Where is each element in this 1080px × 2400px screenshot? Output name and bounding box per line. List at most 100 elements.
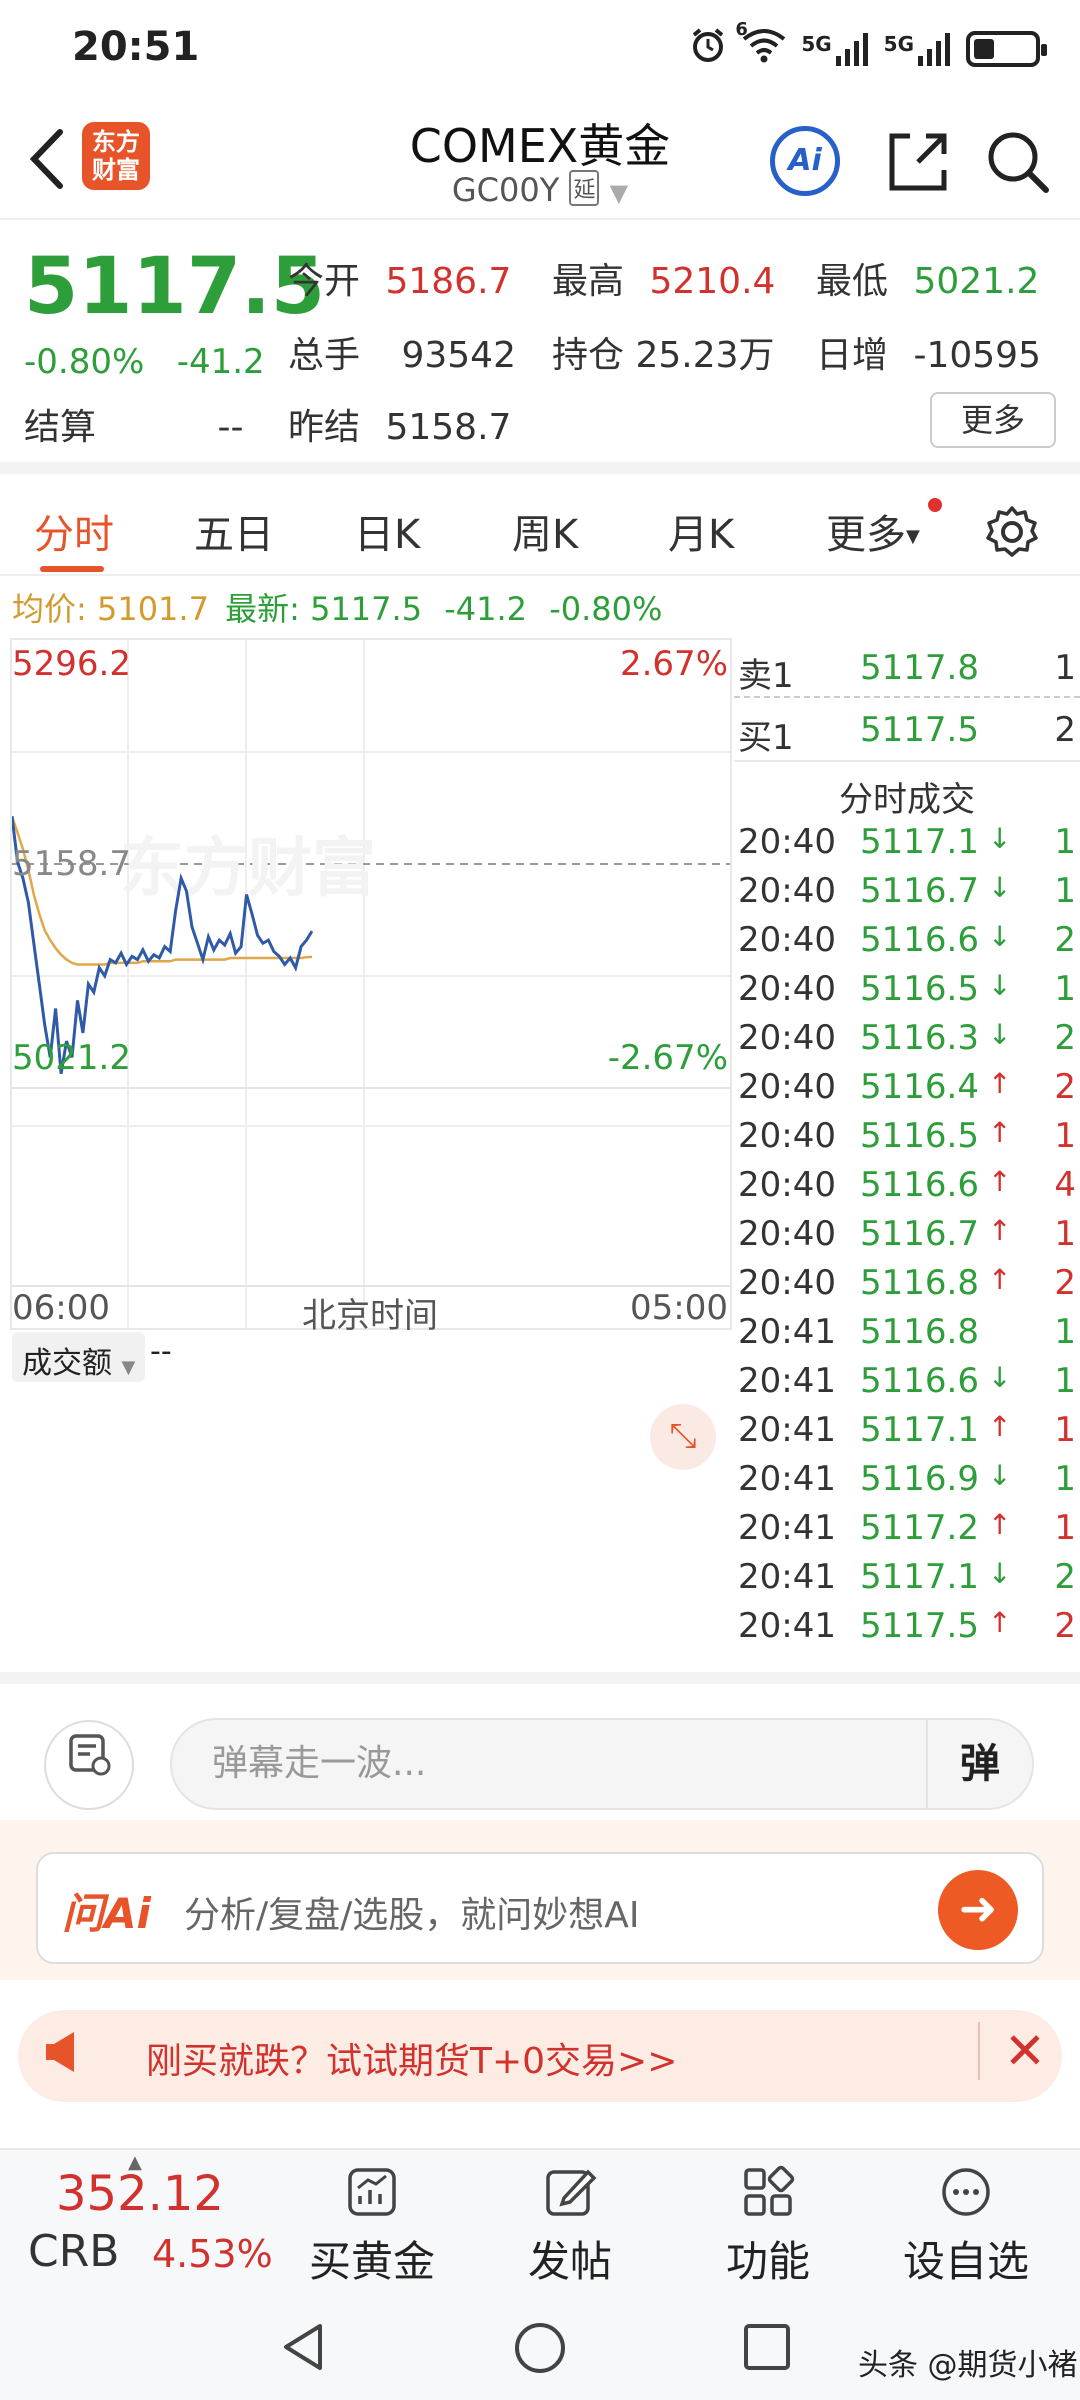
system-home-button[interactable]: [512, 2320, 568, 2380]
trade-time: 20:41: [738, 1508, 836, 1548]
system-back-button[interactable]: [278, 2320, 328, 2378]
nav-add-favorite[interactable]: 设自选: [886, 2164, 1046, 2289]
trade-row: 20:41 5117.5 ↑ 2: [734, 1606, 1080, 1656]
comment-settings-button[interactable]: [44, 1720, 134, 1810]
y-mid-label: 5158.7: [12, 844, 131, 884]
trade-row: 20:40 5116.6 ↑ 4: [734, 1165, 1080, 1215]
settings-button[interactable]: [984, 504, 1040, 564]
trade-qty: 1: [1054, 1312, 1076, 1352]
trade-row: 20:40 5116.6 ↓ 2: [734, 920, 1080, 970]
bid-side: 买1: [738, 718, 794, 758]
nav-buy-gold[interactable]: 买黄金: [292, 2164, 452, 2289]
ai-prompt-box[interactable]: 问Ai 分析/复盘/选股，就问妙想AI ➜: [36, 1852, 1044, 1964]
contract-code-text: GC00Y: [451, 171, 560, 209]
trade-direction-icon: ↑: [988, 1214, 1012, 1247]
expand-chart-button[interactable]: ⤡: [650, 1404, 716, 1470]
tab-monthly-k[interactable]: 月K: [668, 502, 734, 560]
settle-value: --: [217, 407, 244, 448]
wifi-tag: 6: [735, 19, 748, 40]
trade-price: 5116.6: [860, 1361, 979, 1401]
trade-row: 20:40 5116.8 ↑ 2: [734, 1263, 1080, 1313]
back-button[interactable]: [22, 124, 82, 194]
more-dots-icon: [942, 2168, 990, 2216]
ai-go-button[interactable]: ➜: [938, 1870, 1018, 1950]
close-icon: ✕: [1004, 2022, 1046, 2080]
time-end-label: 05:00: [630, 1288, 728, 1328]
trade-time: 20:40: [738, 1018, 836, 1058]
trade-price: 5116.8: [860, 1263, 979, 1303]
status-bar: 20:51 6 5G 5G: [0, 0, 1080, 100]
low-label: 最低: [816, 261, 889, 302]
signal-5g-icon: 5G: [801, 32, 869, 66]
latest-label: 最新:: [225, 590, 300, 628]
volume-value: --: [150, 1334, 172, 1369]
trade-qty: 1: [1054, 871, 1076, 911]
tab-daily-k[interactable]: 日K: [354, 502, 420, 560]
y-low-pct: -2.67%: [607, 1038, 728, 1078]
contract-code[interactable]: GC00Y 延 ▼: [340, 170, 740, 209]
danmu-input[interactable]: 弹幕走一波... 弹: [170, 1718, 1034, 1810]
trade-price: 5116.4: [860, 1067, 979, 1107]
crb-index[interactable]: ▲ 352.12 CRB 4.53%: [0, 2150, 280, 2292]
trade-direction-icon: ↑: [988, 1165, 1012, 1198]
ai-button[interactable]: Ai: [770, 126, 840, 196]
trade-qty: 4: [1054, 1165, 1076, 1205]
arrow-right-icon: ➜: [958, 1881, 998, 1935]
trade-price: 5116.8: [860, 1312, 979, 1352]
system-recents-button[interactable]: [742, 2322, 792, 2376]
trade-time: 20:40: [738, 871, 836, 911]
trade-qty: 1: [1054, 1410, 1076, 1450]
settle-label: 结算: [24, 407, 97, 448]
nav-functions-label: 功能: [725, 2237, 810, 2286]
trade-row: 20:41 5116.8 1: [734, 1312, 1080, 1362]
bid-qty: 2: [1054, 710, 1076, 750]
battery-icon: [966, 30, 1047, 67]
avg-price-bar: 均价: 5101.7 最新: 5117.5 -41.2 -0.80%: [12, 584, 662, 630]
nav-functions[interactable]: 功能: [688, 2164, 848, 2289]
share-button[interactable]: [880, 124, 956, 200]
trade-time: 20:41: [738, 1459, 836, 1499]
chart-up-icon: [348, 2168, 396, 2216]
nav-post[interactable]: 发帖: [490, 2164, 650, 2289]
trade-price: 5116.6: [860, 920, 979, 960]
promo-close-button[interactable]: ✕: [978, 2022, 1046, 2080]
low-value: 5021.2: [913, 261, 1040, 302]
promo-banner[interactable]: 刚买就跌？试试期货T+0交易>> ✕: [18, 2010, 1062, 2102]
price-change: -0.80% -41.2: [24, 342, 265, 382]
settle-stat: 结算 --: [24, 398, 243, 450]
status-time: 20:51: [72, 24, 200, 70]
ai-logo: 问Ai: [62, 1889, 151, 1938]
trade-qty: 2: [1054, 1557, 1076, 1597]
trade-direction-icon: ↓: [988, 1018, 1012, 1051]
trade-price: 5116.5: [860, 969, 979, 1009]
trade-time: 20:41: [738, 1410, 836, 1450]
search-icon: [988, 132, 1049, 193]
logo-line1: 东方: [92, 128, 140, 156]
danmu-toggle-button[interactable]: 弹: [926, 1720, 1032, 1808]
tab-weekly-k[interactable]: 周K: [512, 502, 578, 560]
latest-change: -41.2: [444, 590, 528, 628]
trade-price: 5117.1: [860, 822, 979, 862]
share-icon: [889, 133, 947, 191]
trade-row: 20:40 5116.5 ↑ 1: [734, 1116, 1080, 1166]
tab-intraday[interactable]: 分时: [34, 502, 114, 560]
search-button[interactable]: [980, 124, 1056, 200]
more-quote-button[interactable]: 更多: [930, 392, 1056, 448]
delay-tag: 延: [569, 170, 600, 206]
crb-pct: 4.53%: [152, 2232, 273, 2276]
grid-icon: [744, 2165, 795, 2216]
daily-stat: 日增 -10595: [816, 326, 1041, 378]
tab-five-day[interactable]: 五日: [194, 502, 274, 560]
nav-buy-gold-label: 买黄金: [308, 2237, 435, 2286]
trade-direction-icon: ↑: [988, 1508, 1012, 1541]
tab-more[interactable]: 更多▼: [826, 502, 920, 560]
notification-dot: [928, 498, 942, 512]
source-watermark: 头条 @期货小褚: [858, 2348, 1078, 2383]
danmu-settings-icon: [69, 1734, 111, 1776]
danmu-placeholder: 弹幕走一波...: [212, 1743, 427, 1784]
volume-indicator-select[interactable]: 成交额 ▼: [12, 1332, 146, 1382]
chevron-down-icon: ▼: [121, 1357, 136, 1378]
intraday-chart[interactable]: 东方财富 5296.2 2.67% 5158.7 5021.2 -2.67% 0…: [10, 638, 732, 1336]
volume-value: 93542: [401, 335, 516, 376]
ask-qty: 1: [1054, 648, 1076, 688]
